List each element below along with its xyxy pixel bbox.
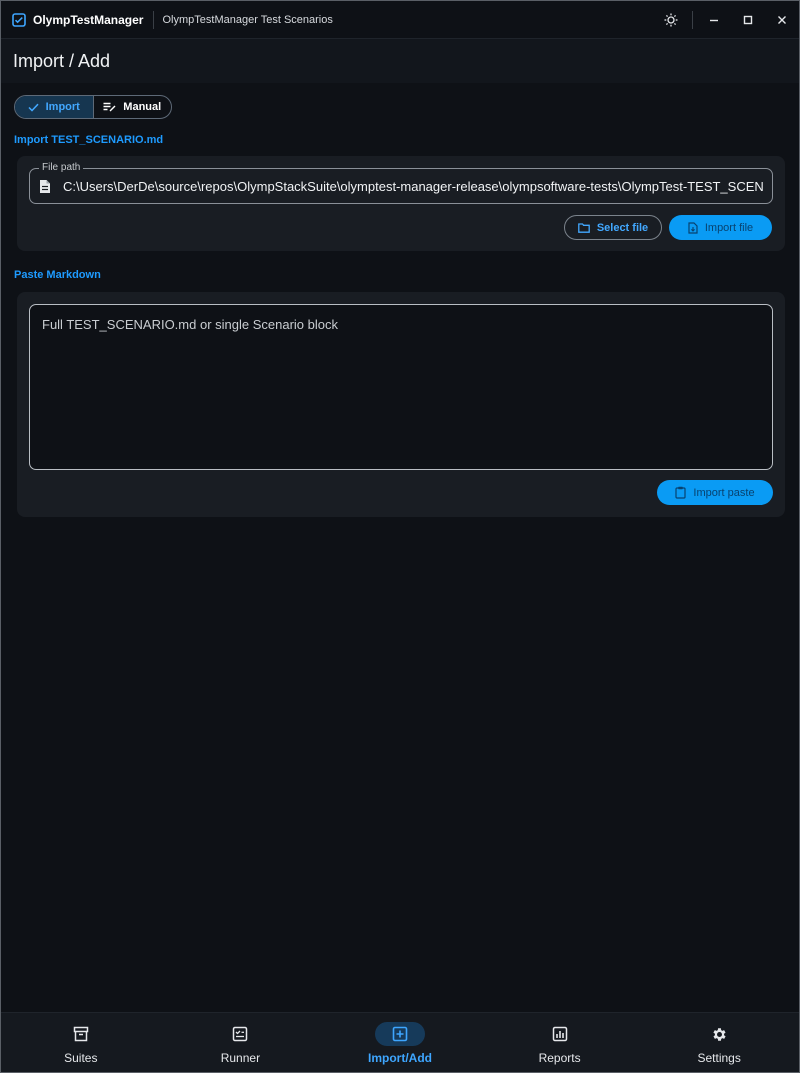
nav-item-reports[interactable]: Reports <box>480 1013 640 1072</box>
nav-item-suites[interactable]: Suites <box>1 1013 161 1072</box>
file-import-icon <box>688 221 698 234</box>
import-paste-label: Import paste <box>693 486 755 499</box>
mode-option-import[interactable]: Import <box>15 96 94 118</box>
bottom-navigation: Suites Runner Import/Add Reports Setting… <box>1 1012 799 1072</box>
edit-list-icon <box>103 102 116 112</box>
nav-label: Import/Add <box>367 1051 432 1065</box>
file-path-field[interactable]: File path C:\Users\DerDe\source\repos\Ol… <box>29 162 773 204</box>
app-logo-icon <box>12 12 26 27</box>
nav-label: Suites <box>64 1051 98 1065</box>
close-button[interactable] <box>765 1 799 39</box>
import-file-section-label: Import TEST_SCENARIO.md <box>14 134 164 146</box>
mode-option-label: Manual <box>123 101 162 113</box>
minimize-icon <box>710 19 718 22</box>
import-file-card: File path C:\Users\DerDe\source\repos\Ol… <box>17 156 785 251</box>
nav-item-runner[interactable]: Runner <box>161 1013 321 1072</box>
markdown-textarea[interactable]: Full TEST_SCENARIO.md or single Scenario… <box>29 304 773 470</box>
select-file-button[interactable]: Select file <box>564 215 662 240</box>
title-bar: OlympTestManager OlympTestManager Test S… <box>1 1 799 39</box>
markdown-placeholder: Full TEST_SCENARIO.md or single Scenario… <box>42 317 338 332</box>
import-paste-button[interactable]: Import paste <box>657 480 773 505</box>
window-title: OlympTestManager Test Scenarios <box>162 13 333 26</box>
folder-icon <box>577 222 590 233</box>
paste-card: Full TEST_SCENARIO.md or single Scenario… <box>17 292 785 517</box>
paste-section-label: Paste Markdown <box>14 269 101 281</box>
titlebar-divider <box>692 11 693 29</box>
nav-item-import-add[interactable]: Import/Add <box>320 1013 480 1072</box>
bar-chart-icon <box>535 1022 585 1046</box>
gear-icon <box>694 1022 744 1046</box>
close-icon <box>778 16 786 24</box>
check-icon <box>28 103 39 112</box>
sun-icon <box>664 13 678 27</box>
file-path-value: C:\Users\DerDe\source\repos\OlympStackSu… <box>63 179 763 194</box>
clipboard-icon <box>675 486 687 499</box>
document-icon <box>39 179 51 199</box>
app-window: OlympTestManager OlympTestManager Test S… <box>0 0 800 1073</box>
plus-box-icon <box>374 1022 425 1046</box>
archive-icon <box>56 1022 106 1046</box>
mode-option-label: Import <box>45 101 80 113</box>
nav-label: Reports <box>538 1051 581 1065</box>
mode-option-manual[interactable]: Manual <box>94 96 172 118</box>
select-file-label: Select file <box>596 221 649 234</box>
app-name: OlympTestManager <box>33 12 144 27</box>
nav-item-settings[interactable]: Settings <box>639 1013 799 1072</box>
maximize-button[interactable] <box>731 1 765 39</box>
title-separator <box>153 10 155 29</box>
nav-label: Runner <box>220 1051 261 1065</box>
maximize-icon <box>743 15 753 25</box>
import-file-button[interactable]: Import file <box>669 215 772 240</box>
minimize-button[interactable] <box>697 1 731 39</box>
checklist-icon <box>215 1022 265 1046</box>
nav-label: Settings <box>697 1051 741 1065</box>
import-file-label: Import file <box>704 221 754 234</box>
file-path-legend: File path <box>39 162 84 173</box>
page-title: Import / Add <box>13 50 111 71</box>
window-controls <box>654 1 799 39</box>
mode-toggle: Import Manual <box>14 95 172 119</box>
theme-toggle-button[interactable] <box>654 1 688 39</box>
page-header: Import / Add <box>1 39 799 83</box>
